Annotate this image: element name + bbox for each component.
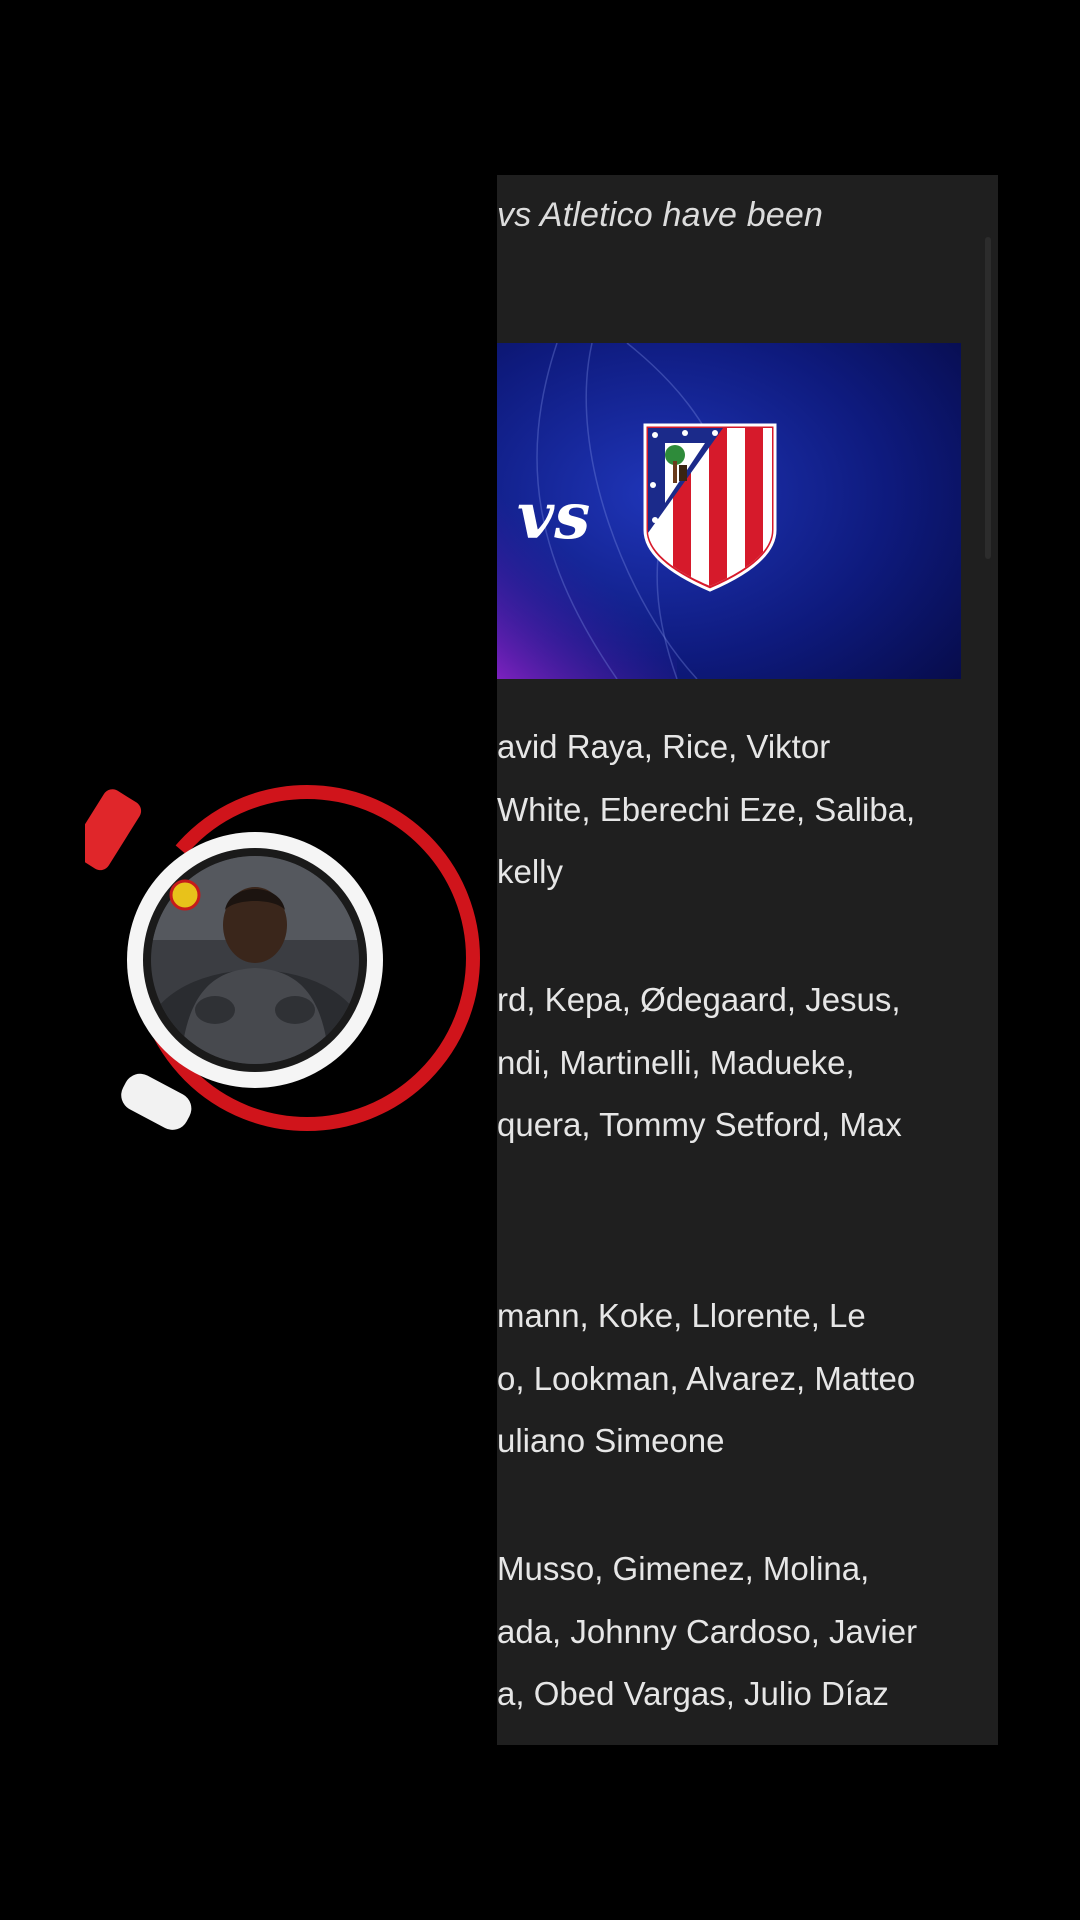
lineup-paragraph-4: Musso, Gimenez, Molina, ada, Johnny Card… xyxy=(497,1538,917,1726)
lineup-paragraph-3: mann, Koke, Llorente, Le o, Lookman, Alv… xyxy=(497,1285,915,1473)
lineup-line: rd, Kepa, Ødegaard, Jesus, xyxy=(497,981,901,1018)
lineup-line: ada, Johnny Cardoso, Javier xyxy=(497,1612,918,1650)
lineup-line: quera, Tommy Setford, Max xyxy=(497,1106,902,1143)
screen: vs Atletico have been vs avid Raya, Rice… xyxy=(0,0,1080,1920)
article-scrollbar[interactable] xyxy=(985,237,991,559)
lineup-line: kelly xyxy=(497,853,564,890)
article-intro-text: vs Atletico have been xyxy=(497,196,824,234)
lineup-line: uliano Simeone xyxy=(497,1422,725,1459)
lineup-line: a, Obed Vargas, Julio Díaz xyxy=(497,1675,889,1712)
person-avatar-icon xyxy=(127,832,383,1088)
article-panel: vs Atletico have been vs avid Raya, Rice… xyxy=(497,175,998,1745)
team-badge-icon xyxy=(169,879,201,911)
lineup-line: Musso, Gimenez, Molina, xyxy=(497,1550,870,1587)
lineup-line: ndi, Martinelli, Madueke, xyxy=(497,1043,855,1081)
lineup-paragraph-1: avid Raya, Rice, Viktor White, Eberechi … xyxy=(497,716,915,904)
lineup-line: avid Raya, Rice, Viktor xyxy=(497,728,831,765)
floating-avatar-widget[interactable] xyxy=(85,770,485,1150)
lineup-paragraph-2: rd, Kepa, Ødegaard, Jesus, ndi, Martinel… xyxy=(497,969,902,1157)
lineup-line: White, Eberechi Eze, Saliba, xyxy=(497,790,916,828)
lineup-line: mann, Koke, Llorente, Le xyxy=(497,1297,866,1334)
red-pill-shape xyxy=(85,789,142,871)
vs-text: vs xyxy=(517,479,590,554)
vs-mark: vs xyxy=(517,479,590,554)
match-banner-image: vs xyxy=(497,343,961,679)
lineup-line: o, Lookman, Alvarez, Matteo xyxy=(497,1359,916,1397)
